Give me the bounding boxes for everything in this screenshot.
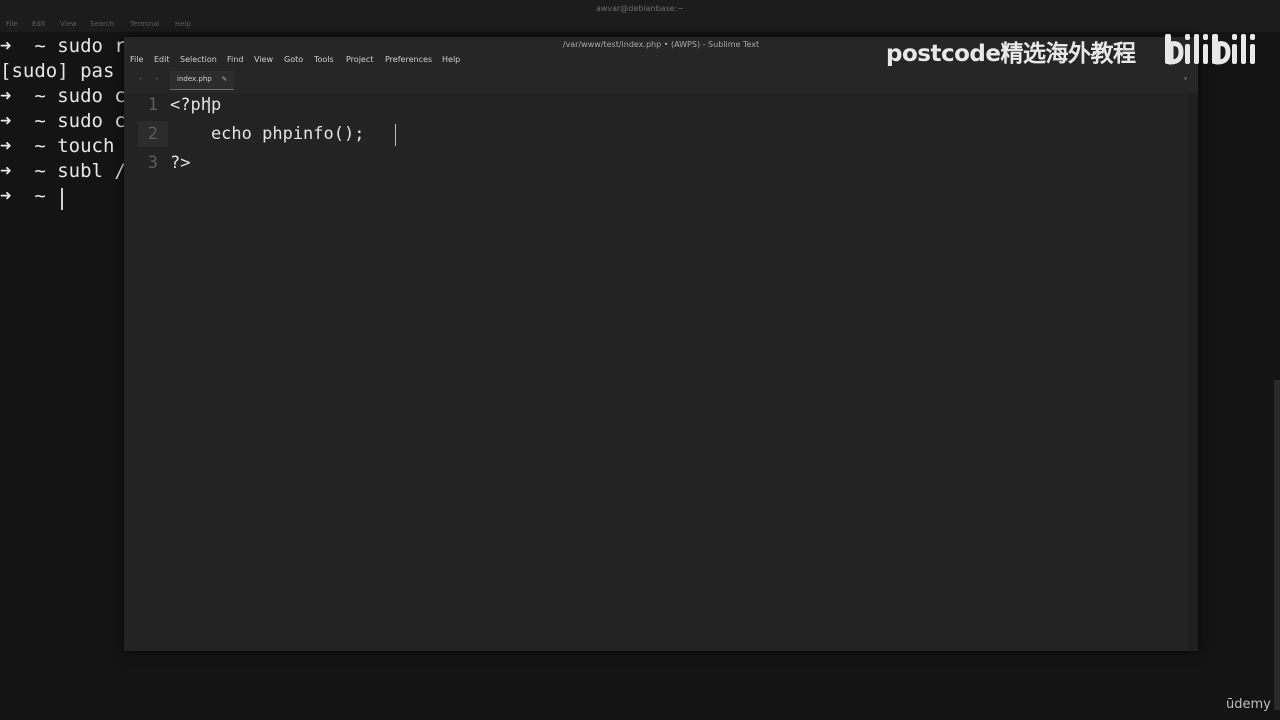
terminal-cursor: [61, 188, 63, 210]
terminal-line: ➜ ~ sudo r: [0, 35, 126, 57]
tab-dropdown-icon[interactable]: ▾: [1183, 74, 1188, 83]
chevron-right-icon[interactable]: ›: [154, 74, 159, 83]
bilibili-logo-icon: [1165, 34, 1255, 65]
editor-caret: [395, 124, 396, 146]
sublime-window: /var/www/test/index.php • (AWPS) - Subli…: [124, 37, 1198, 651]
line-number: 3: [147, 153, 158, 173]
terminal-titlebar: awvar@debianbase:~: [0, 0, 1280, 18]
tab-bar: ‹ › index.php ✎ ▾: [124, 67, 1198, 93]
menu-goto[interactable]: Goto: [284, 55, 303, 64]
terminal-menu-help[interactable]: Help: [175, 20, 191, 28]
menu-find[interactable]: Find: [227, 55, 243, 64]
terminal-scrollbar[interactable]: [1274, 380, 1280, 710]
tab-index-php[interactable]: index.php ✎: [170, 71, 234, 90]
menu-file[interactable]: File: [130, 55, 143, 64]
terminal-title: awvar@debianbase:~: [595, 4, 685, 13]
menu-tools[interactable]: Tools: [314, 55, 334, 64]
mouse-text-cursor: [208, 97, 210, 113]
terminal-menu-view[interactable]: View: [60, 20, 77, 28]
bilibili-logo: [1163, 28, 1257, 70]
terminal-menu-search[interactable]: Search: [90, 20, 114, 28]
menu-preferences[interactable]: Preferences: [385, 55, 432, 64]
chevron-left-icon[interactable]: ‹: [138, 74, 143, 83]
code-line[interactable]: <?php: [170, 95, 221, 115]
terminal-line: ➜ ~ sudo c: [0, 110, 126, 132]
menu-edit[interactable]: Edit: [154, 55, 170, 64]
channel-watermark: postcode精选海外教程: [886, 41, 1136, 67]
terminal-line: ➜ ~ sudo c: [0, 85, 126, 107]
terminal-prompt-line: ➜ ~: [0, 185, 58, 207]
terminal-menubar: File Edit View Search Terminal Help: [0, 18, 1280, 32]
menu-help[interactable]: Help: [442, 55, 460, 64]
code-line[interactable]: ?>: [170, 153, 190, 173]
terminal-menu-file[interactable]: File: [6, 20, 18, 28]
line-number: 2: [147, 124, 158, 144]
terminal-menu-terminal[interactable]: Terminal: [130, 20, 160, 28]
terminal-line: ➜ ~ subl /: [0, 160, 126, 182]
pencil-icon: ✎: [222, 74, 227, 83]
terminal-line: ➜ ~ touch: [0, 135, 115, 157]
editor-scrollbar[interactable]: [1188, 93, 1198, 651]
terminal-menu-edit[interactable]: Edit: [32, 20, 46, 28]
udemy-watermark: ūdemy: [1226, 697, 1271, 712]
tab-label: index.php: [177, 75, 212, 83]
terminal-line: [sudo] pas: [0, 60, 115, 82]
menu-view[interactable]: View: [254, 55, 273, 64]
code-line[interactable]: echo phpinfo();: [170, 124, 365, 144]
menu-selection[interactable]: Selection: [180, 55, 217, 64]
menu-project[interactable]: Project: [346, 55, 373, 64]
line-number: 1: [147, 95, 158, 115]
